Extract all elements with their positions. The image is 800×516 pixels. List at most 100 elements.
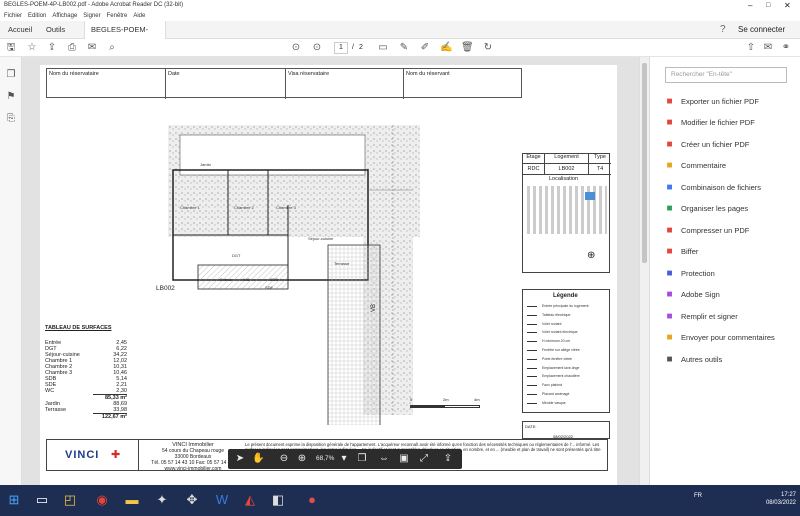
acrobat-icon[interactable]: ◭ [240, 491, 260, 509]
email-icon[interactable]: ✉ [762, 42, 774, 54]
menu-edition[interactable]: Edition [28, 11, 46, 21]
pen-icon[interactable]: ✎ [398, 42, 410, 54]
legend-item-label: Placard aménagé [542, 392, 570, 396]
mail-icon[interactable]: ✉ [86, 42, 98, 54]
fit-page-icon[interactable]: ▣ [398, 453, 410, 465]
tool-item-7[interactable]: ■ Biffer [664, 244, 698, 260]
pages-thumbnail-icon[interactable]: ❐ [5, 69, 17, 81]
comment-icon[interactable]: ▭ [377, 42, 389, 54]
outlook-icon[interactable]: ◰ [60, 491, 80, 509]
surface-grand-total-row: 122,67 m² [45, 413, 127, 420]
help-icon[interactable]: ? [720, 24, 726, 35]
tab-tools[interactable]: Outils [40, 21, 71, 39]
file-explorer-icon[interactable]: ▬ [122, 491, 142, 509]
tab-document[interactable]: BEGLES-POEM-4P-...✕ [84, 21, 166, 52]
tab-home-label: Accueil [8, 25, 33, 34]
share-icon[interactable]: ⇧ [745, 42, 757, 54]
menu-affichage[interactable]: Affichage [52, 11, 77, 21]
upload-icon[interactable]: ⇪ [46, 42, 58, 54]
toolbar: 🖫 ☆ ⇪ ⎙ ✉ ⌕ ⊙ ⊙ 1 / 2 ▭ ✎ ✐ ✍ 🗑 ↻ ⇧ ✉ ⚭ [0, 39, 800, 57]
legend-item: Placard aménagé [527, 392, 569, 396]
tab-home[interactable]: Accueil [2, 21, 38, 39]
header-date-label: Date [168, 71, 180, 77]
windows-start-icon[interactable]: ⊞ [4, 491, 24, 509]
next-page-icon[interactable]: ⊙ [311, 42, 323, 54]
tools-search-input[interactable]: Rechercher "En-tête" [665, 67, 787, 83]
header-cell-reservant: Nom du réservant [404, 69, 521, 99]
chrome-icon[interactable]: ◉ [92, 491, 112, 509]
tool-item-0[interactable]: ■ Exporter un fichier PDF [664, 93, 758, 109]
select-cursor-icon[interactable]: ➤ [234, 453, 246, 465]
legend-symbol-icon [527, 306, 537, 307]
legend-item: Meuble vasque [527, 401, 566, 405]
tool-item-10[interactable]: ■ Remplir et signer [664, 308, 737, 324]
save-icon[interactable]: 🖫 [5, 42, 17, 54]
tool-item-5[interactable]: ■ Organiser les pages [664, 201, 748, 217]
fullscreen-icon[interactable]: ⤢ [418, 453, 430, 465]
legend-symbol-icon [527, 314, 537, 316]
zoom-dropdown-icon[interactable]: ▾ [338, 453, 350, 465]
hand-tool-icon[interactable]: ✋ [252, 453, 264, 465]
sign-in-link[interactable]: Se connecter [738, 21, 785, 39]
menu-fichier[interactable]: Fichier [4, 11, 22, 21]
tool-item-6[interactable]: ■ Compresser un PDF [664, 222, 749, 238]
legend-item: H minimum 20 cm [527, 339, 570, 343]
tool-item-3[interactable]: ■ Commentaire [664, 158, 726, 174]
maximize-icon[interactable]: □ [766, 0, 770, 11]
date-box: DATE: 08/02/2022 [522, 421, 610, 439]
tool-item-label: Organiser les pages [681, 204, 749, 213]
delete-icon[interactable]: 🗑 [461, 42, 474, 54]
tool-item-12[interactable]: ■ Autres outils [664, 351, 722, 367]
tool-item-4[interactable]: ■ Combinaison de fichiers [664, 179, 761, 195]
fit-width-icon[interactable]: ⇔ [378, 453, 390, 465]
prev-page-icon[interactable]: ⊙ [290, 42, 302, 54]
menu-signer[interactable]: Signer [83, 11, 100, 21]
read-mode-icon[interactable]: ⇪ [442, 453, 454, 465]
bookmark-icon[interactable]: ⚑ [5, 91, 17, 103]
page-number-input[interactable]: 1 [334, 42, 348, 54]
language-indicator[interactable]: FR [694, 493, 702, 499]
scale-0: 0 [410, 397, 413, 402]
stamp-icon[interactable]: ✍ [440, 42, 452, 54]
vertical-scrollbar[interactable] [639, 57, 649, 485]
more-tools-icon: ■ [666, 353, 673, 365]
rotate-icon[interactable]: ↻ [482, 42, 494, 54]
tool-item-label: Créer un fichier PDF [681, 139, 750, 149]
zoom-in-icon[interactable]: ⊕ [296, 453, 308, 465]
zoom-out-icon[interactable]: ⊖ [278, 453, 290, 465]
word-icon[interactable]: W [212, 491, 232, 509]
menu-fenetre[interactable]: Fenêtre [107, 11, 128, 21]
pdf-page: Nom du réservataire Date Visa réservatai… [40, 65, 617, 485]
tool-item-1[interactable]: ■ Modifier le fichier PDF [664, 115, 754, 131]
menu-aide[interactable]: Aide [133, 11, 145, 21]
legend-symbol-icon [527, 402, 537, 404]
app-icon-3[interactable]: ◧ [268, 491, 288, 509]
document-viewport[interactable]: Nom du réservataire Date Visa réservatai… [22, 57, 639, 485]
highlight-icon[interactable]: ✐ [419, 42, 431, 54]
legend-symbol-icon [527, 367, 537, 369]
star-icon[interactable]: ☆ [26, 42, 38, 54]
attachment-icon[interactable]: ⎘ [5, 113, 17, 125]
tool-item-2[interactable]: ■ Créer un fichier PDF [664, 136, 749, 152]
tool-item-9[interactable]: ■ Adobe Sign [664, 287, 719, 303]
link-icon[interactable]: ⚭ [780, 42, 792, 54]
search-icon[interactable]: ⌕ [106, 42, 118, 54]
close-icon[interactable]: ✕ [784, 0, 791, 11]
print-icon[interactable]: ⎙ [66, 42, 78, 54]
organize-icon: ■ [666, 203, 673, 214]
zoom-level[interactable]: 68,7% [316, 453, 334, 465]
task-view-icon[interactable]: ▭ [32, 491, 52, 509]
page-copy-icon[interactable]: ❐ [356, 453, 368, 465]
app-icon[interactable]: ✦ [152, 491, 172, 509]
app-icon-2[interactable]: ✥ [182, 491, 202, 509]
tool-item-8[interactable]: ■ Protection [664, 265, 714, 281]
scroll-thumb[interactable] [642, 63, 647, 263]
floating-zoom-toolbar: ➤ ✋ ⊖ ⊕ 68,7% ▾ ❐ ⇔ ▣ ⤢ ⇪ [228, 449, 462, 469]
tool-item-11[interactable]: ■ Envoyer pour commentaires [664, 330, 774, 346]
room-sejour: Séjour-cuisine [308, 236, 334, 241]
minimize-icon[interactable]: – [748, 0, 752, 11]
system-clock[interactable]: 17:27 08/03/2022 [766, 491, 796, 507]
app-icon-4[interactable]: ● [302, 491, 322, 509]
legend-item-label: Fenêtre sur allège vitrée [542, 348, 580, 352]
info-header-row: Etage Logement Type [523, 154, 611, 164]
